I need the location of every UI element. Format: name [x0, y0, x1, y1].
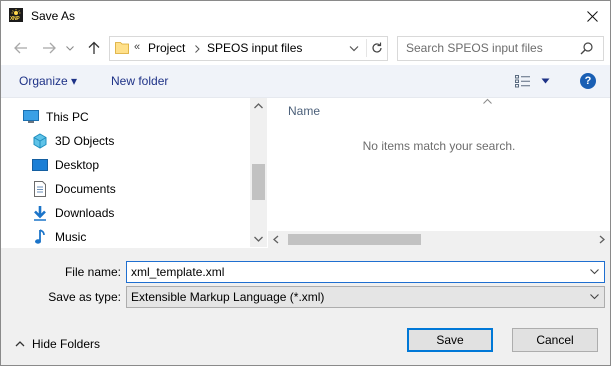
chevron-down-icon[interactable]	[590, 269, 599, 275]
breadcrumb-overflow[interactable]: «	[134, 41, 140, 53]
breadcrumb-speos-input-files[interactable]: SPEOS input files	[207, 41, 302, 55]
hide-folders-label: Hide Folders	[32, 337, 101, 351]
search-box[interactable]	[397, 36, 604, 61]
file-list-pane: Name No items match your search.	[268, 98, 610, 247]
arrow-up-icon	[88, 41, 100, 54]
this-pc-icon	[23, 109, 39, 125]
arrow-left-icon	[14, 42, 27, 54]
desktop-icon	[32, 157, 48, 173]
window-title: Save As	[31, 9, 76, 23]
back-button[interactable]	[12, 39, 30, 57]
hide-folders-toggle[interactable]: Hide Folders	[15, 337, 100, 351]
chevron-up-icon	[15, 341, 25, 347]
file-list-horizontal-scrollbar[interactable]	[268, 231, 610, 248]
refresh-icon[interactable]	[369, 40, 385, 56]
navigation-pane-scrollbar[interactable]	[250, 98, 267, 247]
file-name-input[interactable]	[127, 262, 581, 282]
nav-item-label: 3D Objects	[55, 134, 115, 148]
nav-item-desktop[interactable]: Desktop	[32, 154, 99, 176]
nav-item-label: Music	[55, 230, 87, 244]
search-input[interactable]	[398, 37, 586, 58]
organize-button[interactable]: Organize ▾	[19, 74, 77, 88]
address-divider	[366, 39, 367, 57]
command-bar: Organize ▾ New folder ?	[1, 65, 610, 98]
view-dropdown-icon[interactable]	[541, 78, 550, 84]
nav-item-label: Documents	[55, 182, 116, 196]
save-as-type-value: Extensible Markup Language (*.xml)	[131, 290, 325, 304]
sort-ascending-icon	[483, 98, 492, 104]
forward-button[interactable]	[40, 39, 58, 57]
navigation-pane: This PC 3D Objects Desktop Documents Dow…	[1, 98, 267, 247]
nav-item-label: Desktop	[55, 158, 100, 172]
nav-item-music[interactable]: Music	[32, 226, 86, 248]
view-options-icon[interactable]	[515, 75, 531, 88]
scrollbar-thumb[interactable]	[288, 234, 421, 245]
scroll-right-icon[interactable]	[598, 235, 606, 244]
close-icon	[587, 11, 598, 22]
chevron-down-icon	[590, 294, 599, 300]
breadcrumb-chevron-icon	[195, 45, 200, 53]
save-as-type-select[interactable]: Extensible Markup Language (*.xml)	[126, 286, 605, 308]
nav-item-3d-objects[interactable]: 3D Objects	[32, 130, 114, 152]
recent-locations-button[interactable]	[64, 39, 76, 57]
scroll-left-icon[interactable]	[272, 235, 280, 244]
help-button[interactable]: ?	[580, 73, 596, 89]
empty-message: No items match your search.	[362, 139, 516, 153]
documents-icon	[32, 181, 48, 197]
app-logo-icon: XNP	[9, 8, 23, 22]
save-as-type-label: Save as type:	[48, 290, 121, 304]
chevron-down-icon	[66, 45, 74, 51]
file-name-label: File name:	[64, 265, 121, 279]
nav-item-label: This PC	[46, 110, 89, 124]
3d-objects-icon	[32, 133, 48, 149]
up-button[interactable]	[85, 39, 103, 57]
scroll-down-icon[interactable]	[253, 235, 264, 243]
scrollbar-thumb[interactable]	[252, 164, 265, 200]
nav-item-downloads[interactable]: Downloads	[32, 202, 114, 224]
breadcrumb-project[interactable]: Project	[148, 41, 185, 55]
save-as-dialog: XNP Save As « Project SPEOS input files …	[0, 0, 611, 366]
address-dropdown-icon[interactable]	[348, 42, 360, 54]
arrow-right-icon	[43, 42, 56, 54]
nav-item-label: Downloads	[55, 206, 115, 220]
nav-item-documents[interactable]: Documents	[32, 178, 116, 200]
downloads-icon	[32, 205, 48, 221]
nav-item-this-pc[interactable]: This PC	[23, 106, 89, 128]
music-icon	[32, 229, 48, 245]
title-bar: XNP Save As	[1, 1, 610, 32]
cancel-button[interactable]: Cancel	[512, 328, 598, 352]
search-icon	[580, 42, 593, 55]
app-logo-text: XNP	[10, 16, 20, 22]
close-button[interactable]	[575, 1, 610, 32]
file-name-field[interactable]	[126, 261, 605, 283]
scroll-up-icon[interactable]	[253, 102, 264, 110]
folder-icon	[115, 42, 129, 54]
address-bar[interactable]: « Project SPEOS input files	[109, 36, 388, 61]
new-folder-button[interactable]: New folder	[111, 74, 168, 88]
save-button[interactable]: Save	[407, 328, 493, 352]
save-options-panel: File name: Save as type: Extensible Mark…	[1, 248, 610, 365]
column-header-name[interactable]: Name	[288, 104, 320, 118]
